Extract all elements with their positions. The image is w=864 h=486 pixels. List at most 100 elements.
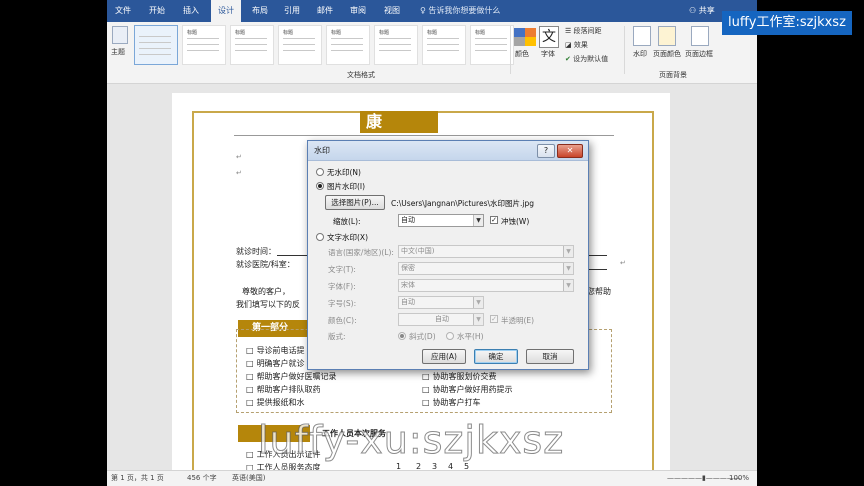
tab-design[interactable]: 设计: [211, 0, 241, 22]
paragraph-spacing-icon: ☰: [565, 27, 574, 35]
style-thumb[interactable]: 标题: [278, 25, 322, 65]
picture-watermark-label: 图片水印(I): [327, 182, 366, 191]
check-icon: ✔: [565, 55, 574, 63]
diagonal-radio[interactable]: [398, 332, 406, 340]
checklist-item[interactable]: 帮助客户做好医嘱记录: [246, 371, 337, 382]
scale-select[interactable]: 自动 ▼: [398, 214, 484, 227]
intro-right-text: 您帮助: [587, 287, 611, 296]
effects-icon: ◪: [565, 41, 574, 49]
checklist-item[interactable]: 明确客户就诊: [246, 358, 305, 369]
close-button[interactable]: ✕: [557, 144, 583, 158]
chevron-down-icon: ▼: [563, 246, 573, 257]
tab-insert[interactable]: 插入: [178, 0, 204, 22]
video-watermark: luffy-xu:szjkxsz: [257, 418, 565, 463]
style-thumb[interactable]: 标题: [374, 25, 418, 65]
effects-button[interactable]: ◪ 效果: [565, 40, 588, 50]
checklist-item[interactable]: 提供报纸和水: [246, 397, 305, 408]
color-select[interactable]: 自动 ▼: [398, 313, 484, 326]
semi-transparent-label: 半透明(E): [501, 316, 535, 325]
tab-view[interactable]: 视图: [379, 0, 405, 22]
watermark-label: 水印: [633, 50, 647, 58]
word-count[interactable]: 456 个字: [187, 471, 217, 486]
style-thumb[interactable]: 标题: [230, 25, 274, 65]
tab-review[interactable]: 审阅: [345, 0, 371, 22]
group-label-page-bg: 页面背景: [659, 71, 687, 79]
help-button[interactable]: ?: [537, 144, 555, 158]
text-select[interactable]: 保密 ▼: [398, 262, 574, 275]
checklist-item[interactable]: 协助客户打车: [422, 397, 481, 408]
tab-file[interactable]: 文件: [111, 0, 135, 22]
size-select[interactable]: 自动 ▼: [398, 296, 484, 309]
style-thumb[interactable]: 标题: [326, 25, 370, 65]
tab-references[interactable]: 引用: [279, 0, 305, 22]
tab-home[interactable]: 开始: [144, 0, 170, 22]
horizontal-radio[interactable]: [446, 332, 454, 340]
cancel-button[interactable]: 取消: [526, 349, 574, 364]
chevron-down-icon: ▼: [473, 297, 483, 308]
text-watermark-radio[interactable]: [316, 233, 324, 241]
screen: 文件 开始 插入 设计 布局 引用 邮件 审阅 视图 ♀ 告诉我你想要做什么 ⚇…: [0, 0, 864, 486]
word-window: 文件 开始 插入 设计 布局 引用 邮件 审阅 视图 ♀ 告诉我你想要做什么 ⚇…: [107, 0, 757, 486]
intro-text: 我们填写以下的反: [236, 300, 300, 309]
tab-mailings[interactable]: 邮件: [312, 0, 338, 22]
language-status[interactable]: 英语(美国): [232, 471, 265, 486]
style-thumb[interactable]: 标题: [470, 25, 514, 65]
watermark-icon[interactable]: [633, 26, 651, 46]
chevron-down-icon: ▼: [473, 314, 483, 325]
no-watermark-radio[interactable]: [316, 168, 324, 176]
horizontal-label: 水平(H): [457, 332, 484, 341]
ribbon-design: 主题 标题 标题 标题 标题 标题 标题 标题 文档格式 颜色 文 字体 ☰ 段…: [107, 22, 757, 84]
fonts-icon[interactable]: 文: [539, 26, 559, 48]
page-color-icon[interactable]: [658, 26, 676, 46]
text-label: 文字(T):: [328, 265, 356, 274]
ribbon-tab-bar: 文件 开始 插入 设计 布局 引用 邮件 审阅 视图 ♀ 告诉我你想要做什么 ⚇…: [107, 0, 757, 22]
tell-me-box[interactable]: ♀ 告诉我你想要做什么: [420, 0, 500, 22]
checklist-item[interactable]: 帮助客户排队取药: [246, 384, 321, 395]
font-select[interactable]: 宋体 ▼: [398, 279, 574, 292]
scale-label: 缩放(L):: [333, 217, 361, 226]
colors-label: 颜色: [515, 50, 529, 58]
no-watermark-label: 无水印(N): [327, 168, 361, 177]
paragraph-mark: ↵: [236, 169, 242, 177]
page-count[interactable]: 第 1 页，共 1 页: [111, 471, 164, 486]
ok-button[interactable]: 确定: [474, 349, 518, 364]
themes-icon[interactable]: [112, 26, 128, 44]
set-default-button[interactable]: ✔ 设为默认值: [565, 54, 608, 64]
layout-label: 版式:: [328, 332, 346, 341]
paragraph-spacing-button[interactable]: ☰ 段落间距: [565, 26, 602, 36]
semi-transparent-checkbox[interactable]: ✓: [490, 315, 498, 323]
greeting-text: 尊敬的客户，: [242, 287, 290, 296]
page-color-label: 页面颜色: [653, 50, 681, 58]
checklist-item[interactable]: 导诊前电话提: [246, 345, 305, 356]
language-label: 语言(国家/地区)(L):: [328, 248, 394, 257]
tab-layout[interactable]: 布局: [247, 0, 273, 22]
chevron-down-icon: ▼: [563, 263, 573, 274]
checklist-item[interactable]: 协助客户做好用药提示: [422, 384, 513, 395]
chevron-down-icon: ▼: [473, 215, 483, 226]
page-border-icon[interactable]: [691, 26, 709, 46]
size-label: 字号(S):: [328, 299, 357, 308]
washout-checkbox[interactable]: ✓: [490, 216, 498, 224]
checklist-item[interactable]: 协助客服划价交费: [422, 371, 497, 382]
picture-watermark-radio[interactable]: [316, 182, 324, 190]
share-label: 共享: [698, 6, 715, 15]
font-label: 字体(F):: [328, 282, 356, 291]
status-bar: 第 1 页，共 1 页 456 个字 英语(美国) —————▮————— 10…: [107, 470, 757, 486]
zoom-level[interactable]: 100%: [729, 471, 749, 486]
studio-badge: luffy工作室:szjkxsz: [722, 11, 852, 35]
fonts-label: 字体: [541, 50, 555, 58]
text-watermark-label: 文字水印(X): [327, 233, 368, 242]
apply-button[interactable]: 应用(A): [422, 349, 466, 364]
select-picture-button[interactable]: 选择图片(P)...: [325, 195, 385, 210]
color-label: 颜色(C):: [328, 316, 357, 325]
dialog-title: 水印: [314, 146, 330, 155]
style-thumb[interactable]: 标题: [422, 25, 466, 65]
share-button[interactable]: ⚇ 共享: [689, 0, 715, 22]
picture-path: C:\Users\Jangnan\Pictures\水印图片.jpg: [391, 199, 534, 208]
style-thumb[interactable]: [134, 25, 178, 65]
dialog-titlebar[interactable]: 水印 ? ✕: [308, 141, 588, 161]
language-select[interactable]: 中文(中国) ▼: [398, 245, 574, 258]
colors-icon[interactable]: [514, 28, 536, 46]
paragraph-mark: ↵: [236, 153, 242, 161]
style-thumb[interactable]: 标题: [182, 25, 226, 65]
